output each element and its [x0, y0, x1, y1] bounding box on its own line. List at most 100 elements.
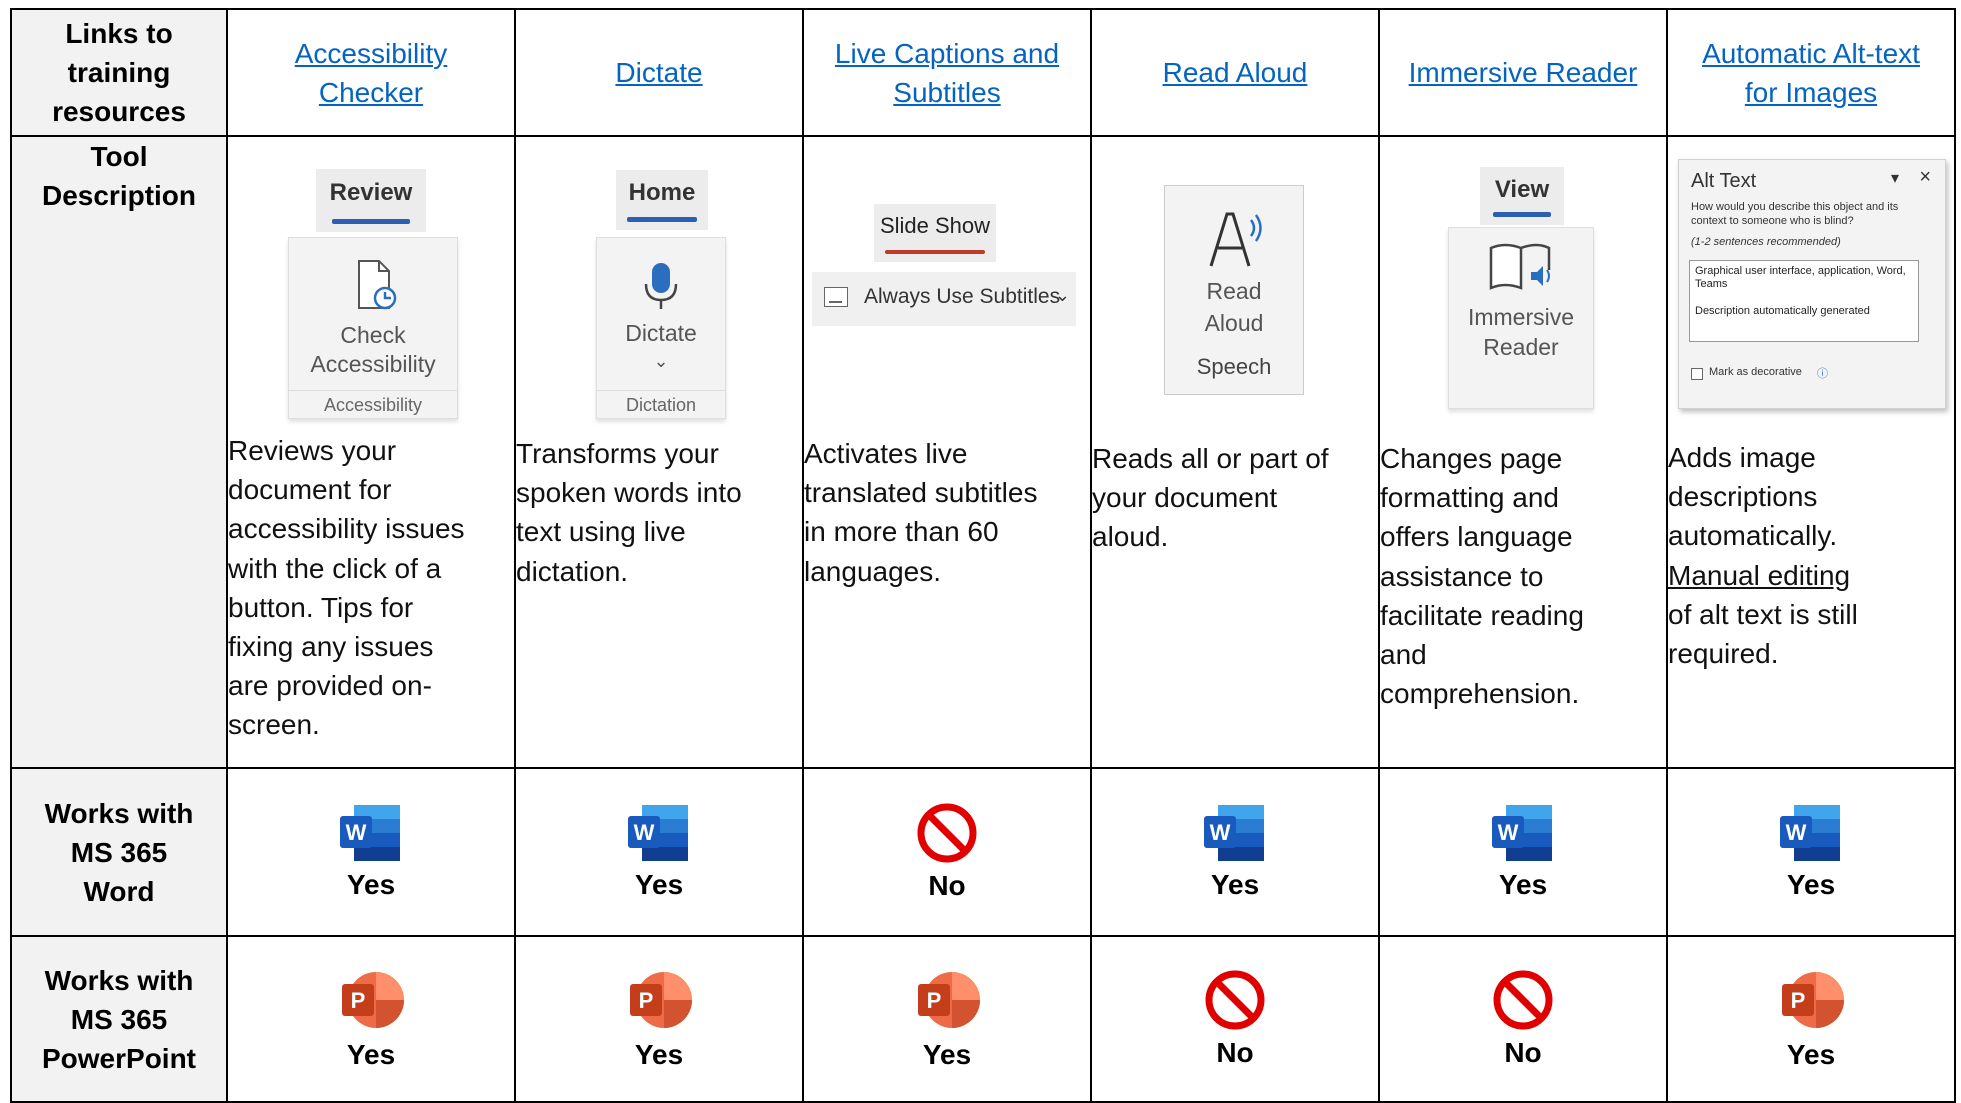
word-support-immersive-reader: W Yes — [1378, 767, 1668, 937]
ribbon-group-label: Accessibility — [289, 390, 457, 416]
support-value: Yes — [1786, 868, 1836, 900]
support-value: No — [928, 869, 966, 901]
ppt-support-accessibility-checker: P Yes — [226, 935, 516, 1103]
read-aloud-icon — [1209, 212, 1262, 267]
link-read-aloud[interactable]: Read Aloud — [1163, 57, 1308, 88]
row-header-links: Links to training resources — [10, 8, 228, 137]
row-header-powerpoint: Works with MS 365 PowerPoint — [10, 935, 228, 1103]
info-icon: ⓘ — [1817, 368, 1828, 380]
microphone-icon — [644, 263, 678, 309]
svg-text:W: W — [346, 820, 367, 845]
ribbon-group-label: Dictation — [597, 390, 725, 416]
decorative-checkbox[interactable] — [1691, 368, 1703, 380]
row-header-word-line: Works with — [44, 797, 194, 829]
dictate-ribbon: Home Dictate ⌄ Dictation — [516, 137, 802, 432]
ppt-support-live-captions: P Yes — [802, 935, 1092, 1103]
link-cell-immersive-reader: Immersive Reader — [1378, 8, 1668, 137]
immersive-reader-ribbon: View Immersive Reader — [1380, 137, 1666, 432]
svg-text:P: P — [927, 988, 942, 1013]
button-label: Reader — [1483, 334, 1559, 360]
review-tab: Review — [316, 169, 426, 232]
word-support-read-aloud: W Yes — [1090, 767, 1380, 937]
description-cell-live-captions: Slide Show Always Use Subtitles ⌄ Activa… — [802, 135, 1092, 769]
pane-hint: (1-2 sentences recommended) — [1691, 236, 1841, 248]
subtitles-icon — [824, 287, 848, 307]
read-aloud-button: Read Aloud Speech — [1164, 185, 1304, 395]
alt-text-field[interactable]: Graphical user interface, application, W… — [1689, 260, 1919, 342]
button-label: Read — [1206, 278, 1262, 304]
link-dictate[interactable]: Dictate — [615, 57, 702, 88]
dictate-button: Dictate ⌄ Dictation — [596, 237, 726, 419]
svg-text:W: W — [1498, 820, 1519, 845]
link-live-captions[interactable]: Live Captions and Subtitles — [835, 38, 1059, 108]
support-value: Yes — [634, 868, 684, 900]
prohibited-icon — [1202, 969, 1268, 1031]
row-header-powerpoint-line: PowerPoint — [41, 1042, 196, 1074]
chevron-down-icon[interactable]: ▾ — [1891, 168, 1899, 188]
description-cell-dictate: Home Dictate ⌄ Dictation Transforms your — [514, 135, 804, 769]
link-automatic-alt-text[interactable]: Automatic Alt-text for Images — [1702, 38, 1920, 108]
description-row: Tool Description Review Check Accessibil… — [10, 135, 1956, 769]
ms-powerpoint-icon: P — [914, 967, 980, 1033]
ms-powerpoint-icon: P — [626, 967, 692, 1033]
word-support-alt-text: W Yes — [1666, 767, 1956, 937]
support-value: Yes — [1210, 868, 1260, 900]
slide-show-tab: Slide Show — [874, 204, 996, 262]
description-cell-accessibility-checker: Review Check Accessibility Accessibility — [226, 135, 516, 769]
support-value: Yes — [634, 1038, 684, 1070]
check-accessibility-button: Check Accessibility Accessibility — [288, 237, 458, 419]
svg-text:P: P — [639, 988, 654, 1013]
row-header-word: Works with MS 365 Word — [10, 767, 228, 937]
support-value: Yes — [1786, 1038, 1836, 1070]
svg-text:W: W — [1210, 820, 1231, 845]
alt-text-panel: Alt Text ▾ × How would you describe this… — [1678, 159, 1946, 409]
ms-word-icon: W — [338, 803, 404, 863]
description-text: Transforms your spoken words into text u… — [516, 438, 742, 587]
accessibility-checker-ribbon: Review Check Accessibility Accessibility — [228, 137, 514, 432]
support-value: No — [1216, 1036, 1254, 1068]
description-cell-read-aloud: Read Aloud Speech Reads all or part of y… — [1090, 135, 1380, 769]
description-cell-immersive-reader: View Immersive Reader Changes page forma… — [1378, 135, 1668, 769]
word-support-live-captions: No — [802, 767, 1092, 937]
ppt-support-read-aloud: No — [1090, 935, 1380, 1103]
button-label: Accessibility — [310, 351, 436, 377]
read-aloud-ribbon: Read Aloud Speech — [1092, 137, 1378, 432]
alt-text-pane: Alt Text ▾ × How would you describe this… — [1668, 137, 1954, 432]
powerpoint-row: Works with MS 365 PowerPoint P Yes P Yes… — [10, 935, 1956, 1103]
chevron-down-icon: ⌄ — [1054, 285, 1070, 305]
live-captions-ribbon: Slide Show Always Use Subtitles ⌄ — [804, 137, 1090, 432]
row-header-links-line: Links to — [65, 18, 173, 49]
link-accessibility-checker[interactable]: Accessibility Checker — [295, 38, 447, 108]
svg-text:P: P — [1791, 988, 1806, 1013]
description-text: Reviews your document for accessibility … — [228, 435, 465, 741]
button-label: Aloud — [1204, 310, 1264, 336]
row-header-description-line: Tool — [90, 141, 148, 172]
close-icon[interactable]: × — [1919, 166, 1931, 189]
row-header-links-line: training — [67, 57, 171, 88]
description-cell-alt-text: Alt Text ▾ × How would you describe this… — [1666, 135, 1956, 769]
description-text: Changes page formatting and offers langu… — [1380, 443, 1584, 710]
word-support-accessibility-checker: W Yes — [226, 767, 516, 937]
ms-word-icon: W — [626, 803, 692, 863]
link-immersive-reader[interactable]: Immersive Reader — [1409, 57, 1638, 88]
prohibited-icon — [1490, 969, 1556, 1031]
ms-word-icon: W — [1490, 803, 1556, 863]
row-header-links-line: resources — [52, 96, 186, 127]
description-text: Adds image descriptions automatically. M… — [1668, 442, 1858, 670]
ppt-support-dictate: P Yes — [514, 935, 804, 1103]
svg-text:P: P — [351, 988, 366, 1013]
ms-word-icon: W — [1202, 803, 1268, 863]
ms-powerpoint-icon: P — [1778, 967, 1844, 1033]
check-accessibility-icon — [358, 260, 397, 310]
description-text: Reads all or part of your document aloud… — [1092, 443, 1329, 553]
support-value: Yes — [922, 1038, 972, 1070]
support-value: No — [1504, 1036, 1542, 1068]
immersive-reader-button: Immersive Reader — [1448, 227, 1594, 409]
ppt-support-immersive-reader: No — [1378, 935, 1668, 1103]
always-use-subtitles-button: Always Use Subtitles ⌄ — [812, 272, 1076, 326]
immersive-reader-icon — [1489, 243, 1551, 290]
row-header-powerpoint-line: Works with — [44, 964, 194, 996]
row-header-word-line: MS 365 — [70, 836, 168, 868]
chevron-down-icon: ⌄ — [653, 351, 669, 371]
link-cell-accessibility-checker: Accessibility Checker — [226, 8, 516, 137]
